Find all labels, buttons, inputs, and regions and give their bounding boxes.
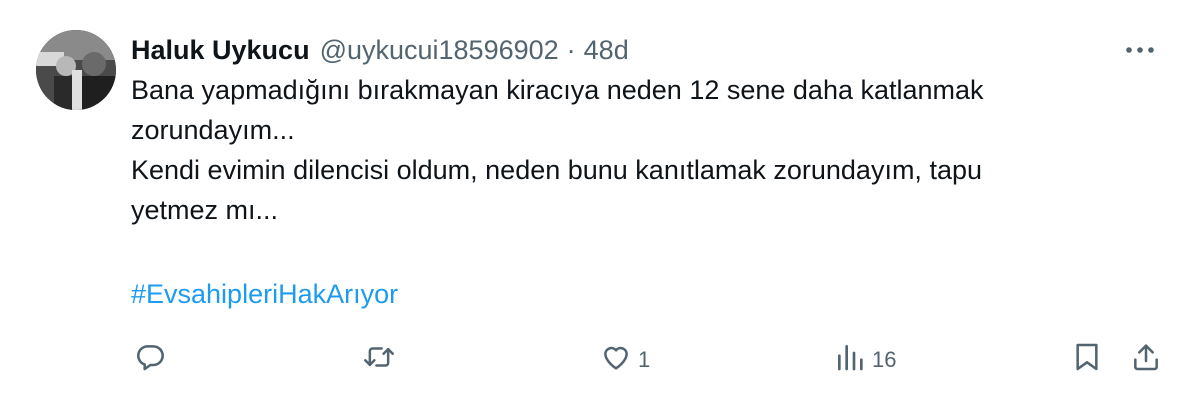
views-button[interactable]: 16 bbox=[834, 340, 896, 380]
share-icon bbox=[1130, 341, 1162, 379]
tweet-text-line: yetmez mı... bbox=[131, 195, 279, 225]
hashtag-link[interactable]: #EvsahipleriHakArıyor bbox=[131, 274, 398, 314]
avatar[interactable] bbox=[36, 30, 116, 110]
timestamp[interactable]: 48d bbox=[584, 35, 629, 66]
separator-dot: · bbox=[566, 34, 576, 65]
share-button[interactable] bbox=[1130, 340, 1162, 380]
tweet-text-line: Bana yapmadığını bırakmayan kiracıya ned… bbox=[131, 75, 984, 105]
tweet-text-line: Kendi evimin dilencisi oldum, neden bunu… bbox=[131, 155, 982, 185]
heart-icon bbox=[600, 341, 632, 379]
bookmark-icon bbox=[1072, 341, 1102, 379]
tweet-header: Haluk Uykucu @uykucui18596902 · 48d bbox=[131, 33, 629, 67]
more-icon[interactable] bbox=[1120, 36, 1160, 64]
like-button[interactable]: 1 bbox=[600, 340, 650, 380]
views-icon bbox=[834, 341, 866, 379]
tweet-text-line: zorundayım... bbox=[131, 115, 295, 145]
views-count: 16 bbox=[872, 347, 897, 372]
bookmark-button[interactable] bbox=[1072, 340, 1102, 380]
tweet-text: Bana yapmadığını bırakmayan kiracıya ned… bbox=[131, 70, 1131, 230]
display-name[interactable]: Haluk Uykucu bbox=[131, 35, 310, 66]
like-count: 1 bbox=[638, 347, 651, 372]
reply-button[interactable] bbox=[134, 340, 166, 380]
action-bar: 1 16 bbox=[0, 340, 1204, 380]
user-handle[interactable]: @uykucui18596902 bbox=[320, 35, 559, 66]
retweet-button[interactable] bbox=[362, 340, 396, 380]
tweet[interactable]: Haluk Uykucu @uykucui18596902 · 48d Bana… bbox=[0, 0, 1204, 400]
retweet-icon bbox=[362, 341, 396, 379]
reply-icon bbox=[134, 341, 166, 379]
